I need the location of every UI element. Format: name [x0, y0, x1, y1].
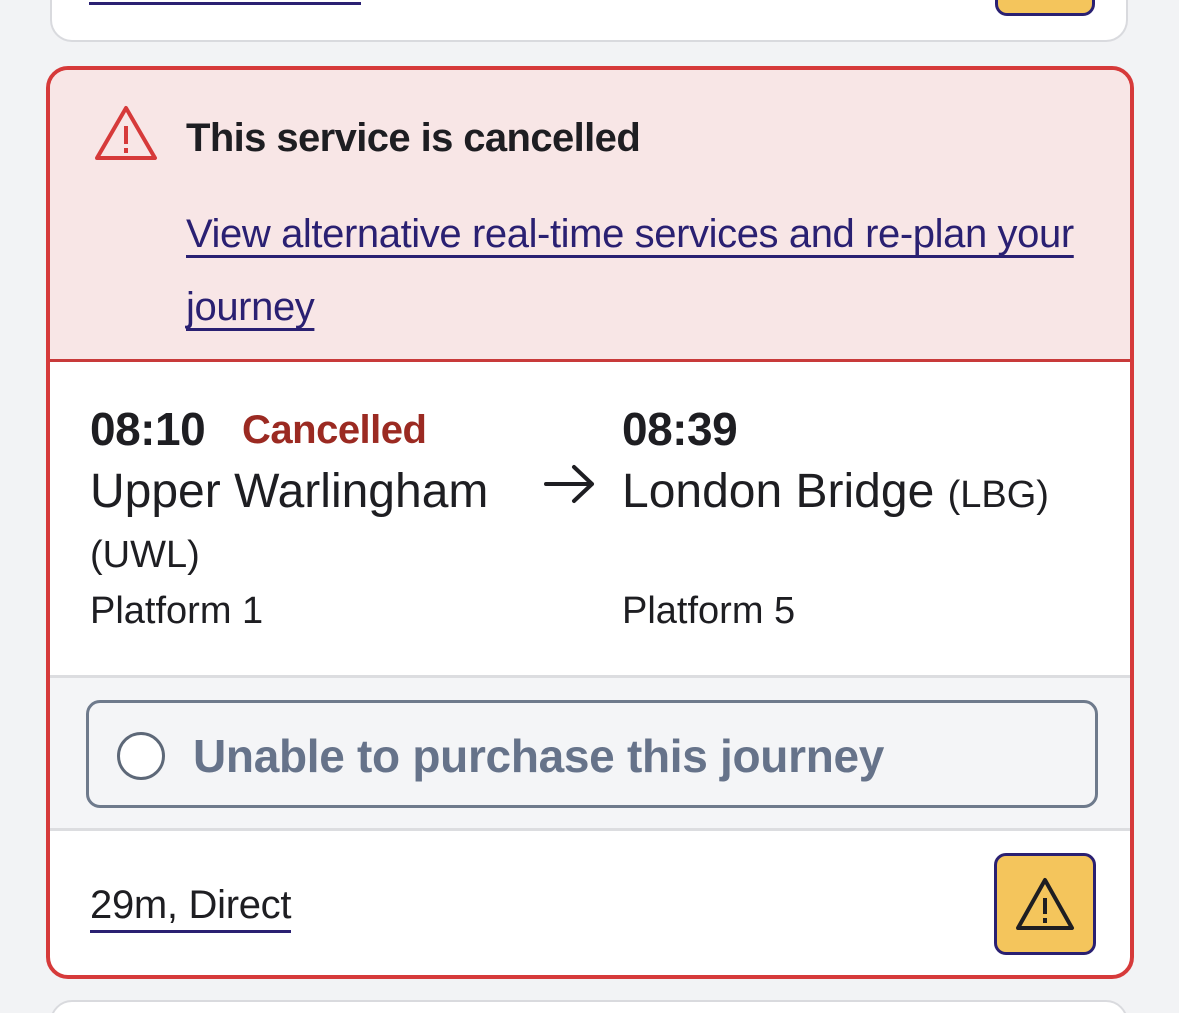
arrival-platform: Platform 5 [622, 590, 796, 632]
journey-results-screen: This service is cancelled View alternati… [0, 0, 1179, 1013]
cancellation-alert: This service is cancelled View alternati… [50, 70, 1130, 362]
previous-card-link-underline[interactable] [89, 2, 361, 5]
warning-icon [1016, 878, 1074, 930]
arrival-station-code: (LBG) [947, 474, 1049, 516]
next-journey-card[interactable] [50, 1000, 1128, 1013]
status-badge: Cancelled [242, 408, 427, 452]
purchase-label: Unable to purchase this journey [193, 730, 885, 782]
service-warning-button[interactable] [994, 853, 1096, 955]
purchase-option-disabled: Unable to purchase this journey [86, 700, 1098, 808]
previous-journey-card[interactable] [50, 0, 1128, 42]
arrival-station: London Bridge (LBG) [622, 462, 1062, 525]
warning-triangle-icon [95, 106, 157, 160]
radio-empty-icon [117, 732, 165, 780]
previous-card-warning-button[interactable] [995, 0, 1095, 16]
journey-details: 08:10 Cancelled Upper Warlingham (UWL) P… [50, 362, 1130, 678]
replan-journey-link[interactable]: View alternative real-time services and … [186, 198, 1086, 344]
arrival-time: 08:39 [622, 403, 738, 455]
cancelled-journey-card: This service is cancelled View alternati… [46, 66, 1134, 979]
departure-station: Upper Warlingham (UWL) [90, 462, 530, 585]
alert-title: This service is cancelled [186, 116, 641, 160]
arrow-right-icon [544, 465, 594, 503]
departure-time: 08:10 [90, 403, 206, 455]
arrival-station-name: London Bridge [622, 465, 935, 518]
departure-station-name: Upper Warlingham [90, 465, 489, 518]
departure-station-code: (UWL) [90, 534, 200, 576]
duration-link[interactable]: 29m, Direct [90, 883, 292, 933]
purchase-section: Unable to purchase this journey [50, 678, 1130, 831]
departure-platform: Platform 1 [90, 590, 264, 632]
journey-footer: 29m, Direct [50, 831, 1130, 975]
